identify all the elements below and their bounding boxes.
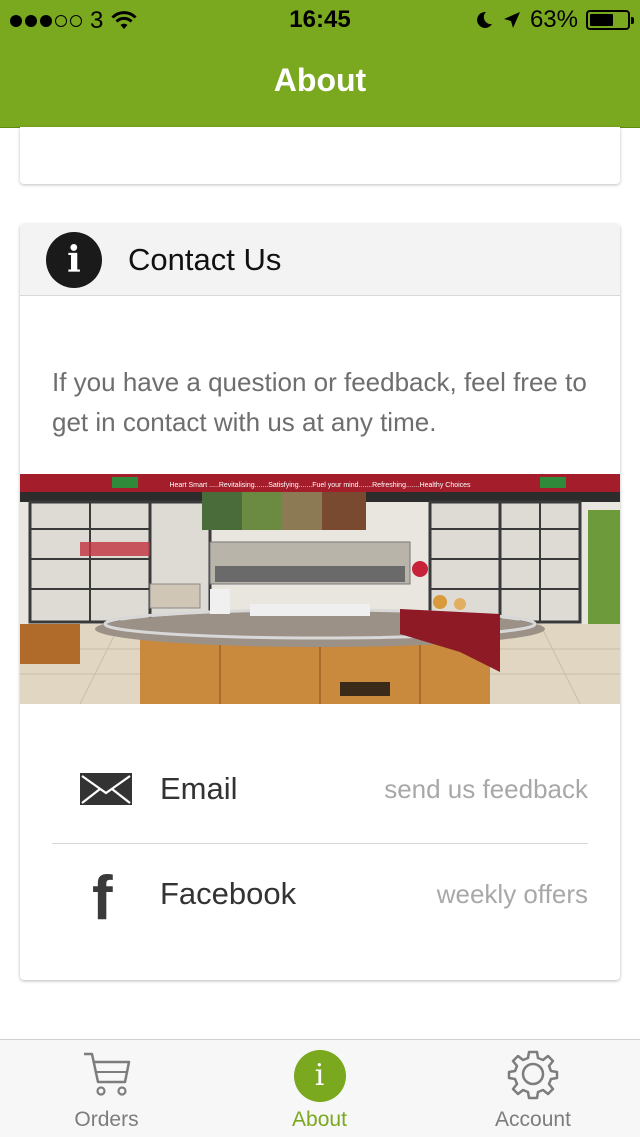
status-right: 63%: [474, 6, 634, 34]
previous-card: [20, 127, 620, 184]
tab-about[interactable]: i About: [213, 1040, 426, 1137]
contact-card-title: Contact Us: [128, 242, 282, 277]
tab-orders[interactable]: Orders: [0, 1040, 213, 1137]
info-icon: i: [46, 232, 102, 288]
restaurant-photo: Heart Smart .....Revitalising.......Sati…: [20, 474, 620, 704]
email-hint: send us feedback: [384, 774, 588, 804]
facebook-hint: weekly offers: [436, 879, 588, 909]
battery-icon: [586, 10, 634, 30]
facebook-icon: f: [92, 864, 113, 933]
battery-percent: 63%: [529, 6, 578, 33]
status-bar: 3 16:45 63%: [0, 0, 640, 40]
moon-icon: [477, 11, 492, 28]
envelope-icon: [80, 773, 132, 805]
tab-bar: Orders i About Account: [0, 1039, 640, 1137]
cart-icon: [83, 1052, 130, 1096]
contact-card: i Contact Us If you have a question or f…: [20, 224, 620, 980]
photo-banner-text: Heart Smart .....Revitalising.......Sati…: [169, 482, 471, 489]
contact-intro-text: If you have a question or feedback, feel…: [52, 367, 587, 437]
page-title: About: [273, 62, 367, 98]
location-arrow-icon: [503, 12, 520, 28]
app-header: 3 16:45 63% About: [0, 0, 640, 128]
restaurant-photo-image: Heart Smart .....Revitalising.......Sati…: [20, 474, 620, 704]
facebook-label: Facebook: [160, 876, 297, 911]
email-label: Email: [160, 771, 238, 806]
tab-about-label: About: [292, 1108, 347, 1131]
facebook-row[interactable]: f Facebook weekly offers: [52, 844, 588, 948]
email-row[interactable]: Email send us feedback: [52, 739, 588, 844]
tab-account[interactable]: Account: [426, 1040, 640, 1137]
tab-account-label: Account: [495, 1108, 571, 1131]
battery-fill: [590, 14, 613, 26]
gear-icon: [507, 1050, 559, 1100]
tab-orders-label: Orders: [74, 1108, 139, 1131]
contact-card-header: i Contact Us: [20, 224, 620, 296]
battery-nub: [631, 17, 634, 24]
about-info-icon: i: [293, 1050, 346, 1102]
